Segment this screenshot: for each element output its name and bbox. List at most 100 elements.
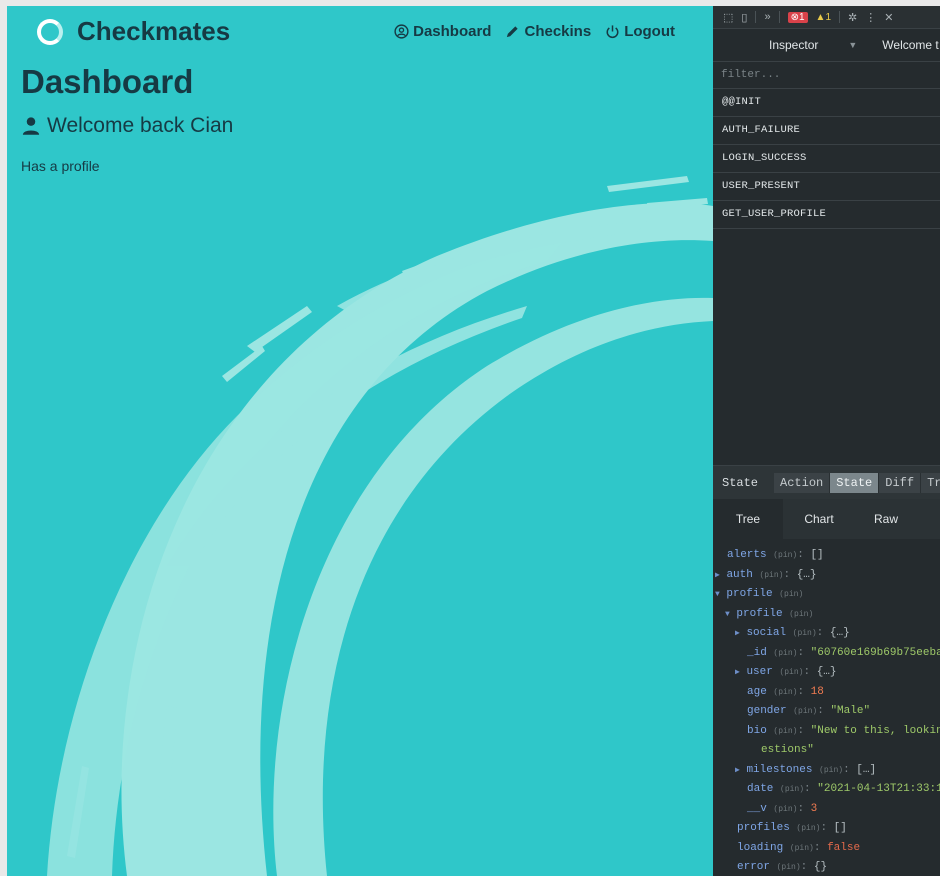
expand-arrow-icon[interactable]: ▶ <box>735 668 740 677</box>
pin-label[interactable]: (pin) <box>777 863 801 872</box>
redux-devtools-panel: ⬚ ▯ » ⊗1 ▲1 ✲ ⋮ ✕ Inspector ▼ Welcome t … <box>713 6 940 876</box>
tree-row[interactable]: date (pin): "2021-04-13T21:33:10. <box>713 780 940 800</box>
brand[interactable]: Checkmates <box>37 16 230 47</box>
tree-row[interactable]: ▶ milestones (pin): […] <box>713 761 940 781</box>
more-tabs-icon[interactable]: » <box>764 11 770 23</box>
action-item[interactable]: LOGIN_SUCCESS <box>713 145 940 173</box>
collapse-arrow-icon[interactable]: ▼ <box>715 590 720 599</box>
tree-key: date <box>747 783 774 795</box>
close-icon[interactable]: ✕ <box>884 11 893 24</box>
tree-key: profile <box>726 588 773 600</box>
tree-row[interactable]: loading (pin): false <box>713 839 940 859</box>
tree-value: false <box>827 841 861 854</box>
tree-key: error <box>737 861 771 873</box>
chevron-down-icon[interactable]: ▼ <box>848 40 857 50</box>
user-circle-icon <box>394 24 409 39</box>
power-icon <box>606 25 619 39</box>
pin-label[interactable]: (pin) <box>819 766 843 775</box>
expand-arrow-icon[interactable]: ▶ <box>735 629 740 638</box>
checkmates-logo-icon <box>37 18 63 45</box>
action-filter-input[interactable]: filter... <box>713 62 940 89</box>
selected-state-label: State <box>722 475 759 490</box>
tree-value: "2021-04-13T21:33:10. <box>817 783 940 795</box>
tree-row[interactable]: _id (pin): "60760e169b69b75eeba30 <box>713 644 940 664</box>
tree-row[interactable]: alerts (pin): [] <box>713 546 940 566</box>
pin-label[interactable]: (pin) <box>790 844 814 853</box>
welcome-message: Welcome back Cian <box>21 114 233 138</box>
more-options-icon[interactable]: ⋮ <box>865 11 876 24</box>
user-icon <box>22 117 40 135</box>
error-count: 1 <box>798 11 805 23</box>
pin-label[interactable]: (pin) <box>779 668 803 677</box>
tree-row[interactable]: bio (pin): "New to this, looking <box>713 722 940 742</box>
expand-arrow-icon[interactable]: ▶ <box>735 766 740 775</box>
tree-row[interactable]: __v (pin): 3 <box>713 800 940 820</box>
tab-diff[interactable]: Diff <box>879 472 922 493</box>
action-item[interactable]: @@INIT <box>713 89 940 117</box>
tree-value: {} <box>813 861 828 873</box>
expand-arrow-icon[interactable]: ▶ <box>715 571 720 580</box>
tree-row[interactable]: error (pin): {} <box>713 858 940 876</box>
warning-count-badge[interactable]: ▲1 <box>816 12 831 23</box>
pin-label[interactable]: (pin) <box>773 805 797 814</box>
action-item[interactable]: USER_PRESENT <box>713 173 940 201</box>
error-count-badge[interactable]: ⊗1 <box>787 11 808 23</box>
nav-logout-link[interactable]: Logout <box>605 23 675 40</box>
nav-logout-label: Logout <box>624 23 675 40</box>
tab-chart[interactable]: Chart <box>783 499 855 539</box>
tab-raw[interactable]: Raw <box>855 499 917 539</box>
page-title: Dashboard <box>21 63 194 100</box>
tab-trace[interactable]: Tr <box>921 472 940 493</box>
settings-gear-icon[interactable]: ✲ <box>848 11 857 24</box>
pin-label[interactable]: (pin) <box>773 727 797 736</box>
nav-checkins-label: Checkins <box>524 23 592 40</box>
tree-row[interactable]: ▶ social (pin): {…} <box>713 624 940 644</box>
toolbar-divider <box>755 11 757 23</box>
pin-label[interactable]: (pin) <box>789 610 813 619</box>
tab-state[interactable]: State <box>830 472 880 493</box>
action-item[interactable]: AUTH_FAILURE <box>713 117 940 145</box>
tree-row[interactable]: profiles (pin): [] <box>713 819 940 839</box>
nav-dashboard-link[interactable]: Dashboard <box>394 23 491 40</box>
welcome-text: Welcome back Cian <box>47 114 234 137</box>
instance-selector[interactable]: Welcome t <box>882 38 938 52</box>
view-tabs: Tree Chart Raw <box>713 499 940 539</box>
tree-key: gender <box>747 705 787 717</box>
tree-key: _id <box>747 646 767 659</box>
nav-checkins-link[interactable]: Checkins <box>505 23 591 40</box>
pin-label[interactable]: (pin) <box>779 590 803 599</box>
brand-name: Checkmates <box>77 16 231 46</box>
pin-label[interactable]: (pin) <box>773 688 797 697</box>
tree-row[interactable]: gender (pin): "Male" <box>713 702 940 722</box>
tree-row[interactable]: ▶ user (pin): {…} <box>713 663 940 683</box>
tree-value: estions" <box>761 744 814 756</box>
tree-row[interactable]: ▼ profile (pin) <box>713 605 940 625</box>
inspector-selector[interactable]: Inspector <box>769 38 818 52</box>
tree-key: profile <box>736 607 783 620</box>
state-tree: alerts (pin): [] ▶ auth (pin): {…} ▼ pro… <box>713 546 940 876</box>
pin-label[interactable]: (pin) <box>793 707 817 716</box>
pin-label[interactable]: (pin) <box>773 551 797 560</box>
pin-label[interactable]: (pin) <box>773 649 797 658</box>
tree-value: [] <box>833 822 847 834</box>
device-toggle-icon[interactable]: ▯ <box>741 11 747 24</box>
action-item[interactable]: GET_USER_PROFILE <box>713 201 940 229</box>
tree-value: "New to this, looking <box>810 724 940 737</box>
tree-row[interactable]: ▼ profile (pin) <box>713 585 940 605</box>
action-list: @@INIT AUTH_FAILURE LOGIN_SUCCESS USER_P… <box>713 89 940 229</box>
profile-status-text: Has a profile <box>21 158 100 174</box>
tree-value: {…} <box>829 627 850 639</box>
pin-label[interactable]: (pin) <box>759 571 783 580</box>
tree-row[interactable]: ▶ auth (pin): {…} <box>713 566 940 586</box>
pin-label[interactable]: (pin) <box>796 824 820 833</box>
pin-label[interactable]: (pin) <box>780 785 804 794</box>
tree-row[interactable]: age (pin): 18 <box>713 683 940 703</box>
window-frame: Checkmates Dashboard Checkins Logout Das… <box>7 6 940 876</box>
tree-value: 3 <box>810 802 818 815</box>
tab-tree[interactable]: Tree <box>713 499 783 539</box>
inspect-element-icon[interactable]: ⬚ <box>723 11 733 24</box>
tab-action[interactable]: Action <box>774 472 831 493</box>
pin-label[interactable]: (pin) <box>793 629 817 638</box>
tree-key: user <box>746 666 773 678</box>
collapse-arrow-icon[interactable]: ▼ <box>725 610 730 619</box>
